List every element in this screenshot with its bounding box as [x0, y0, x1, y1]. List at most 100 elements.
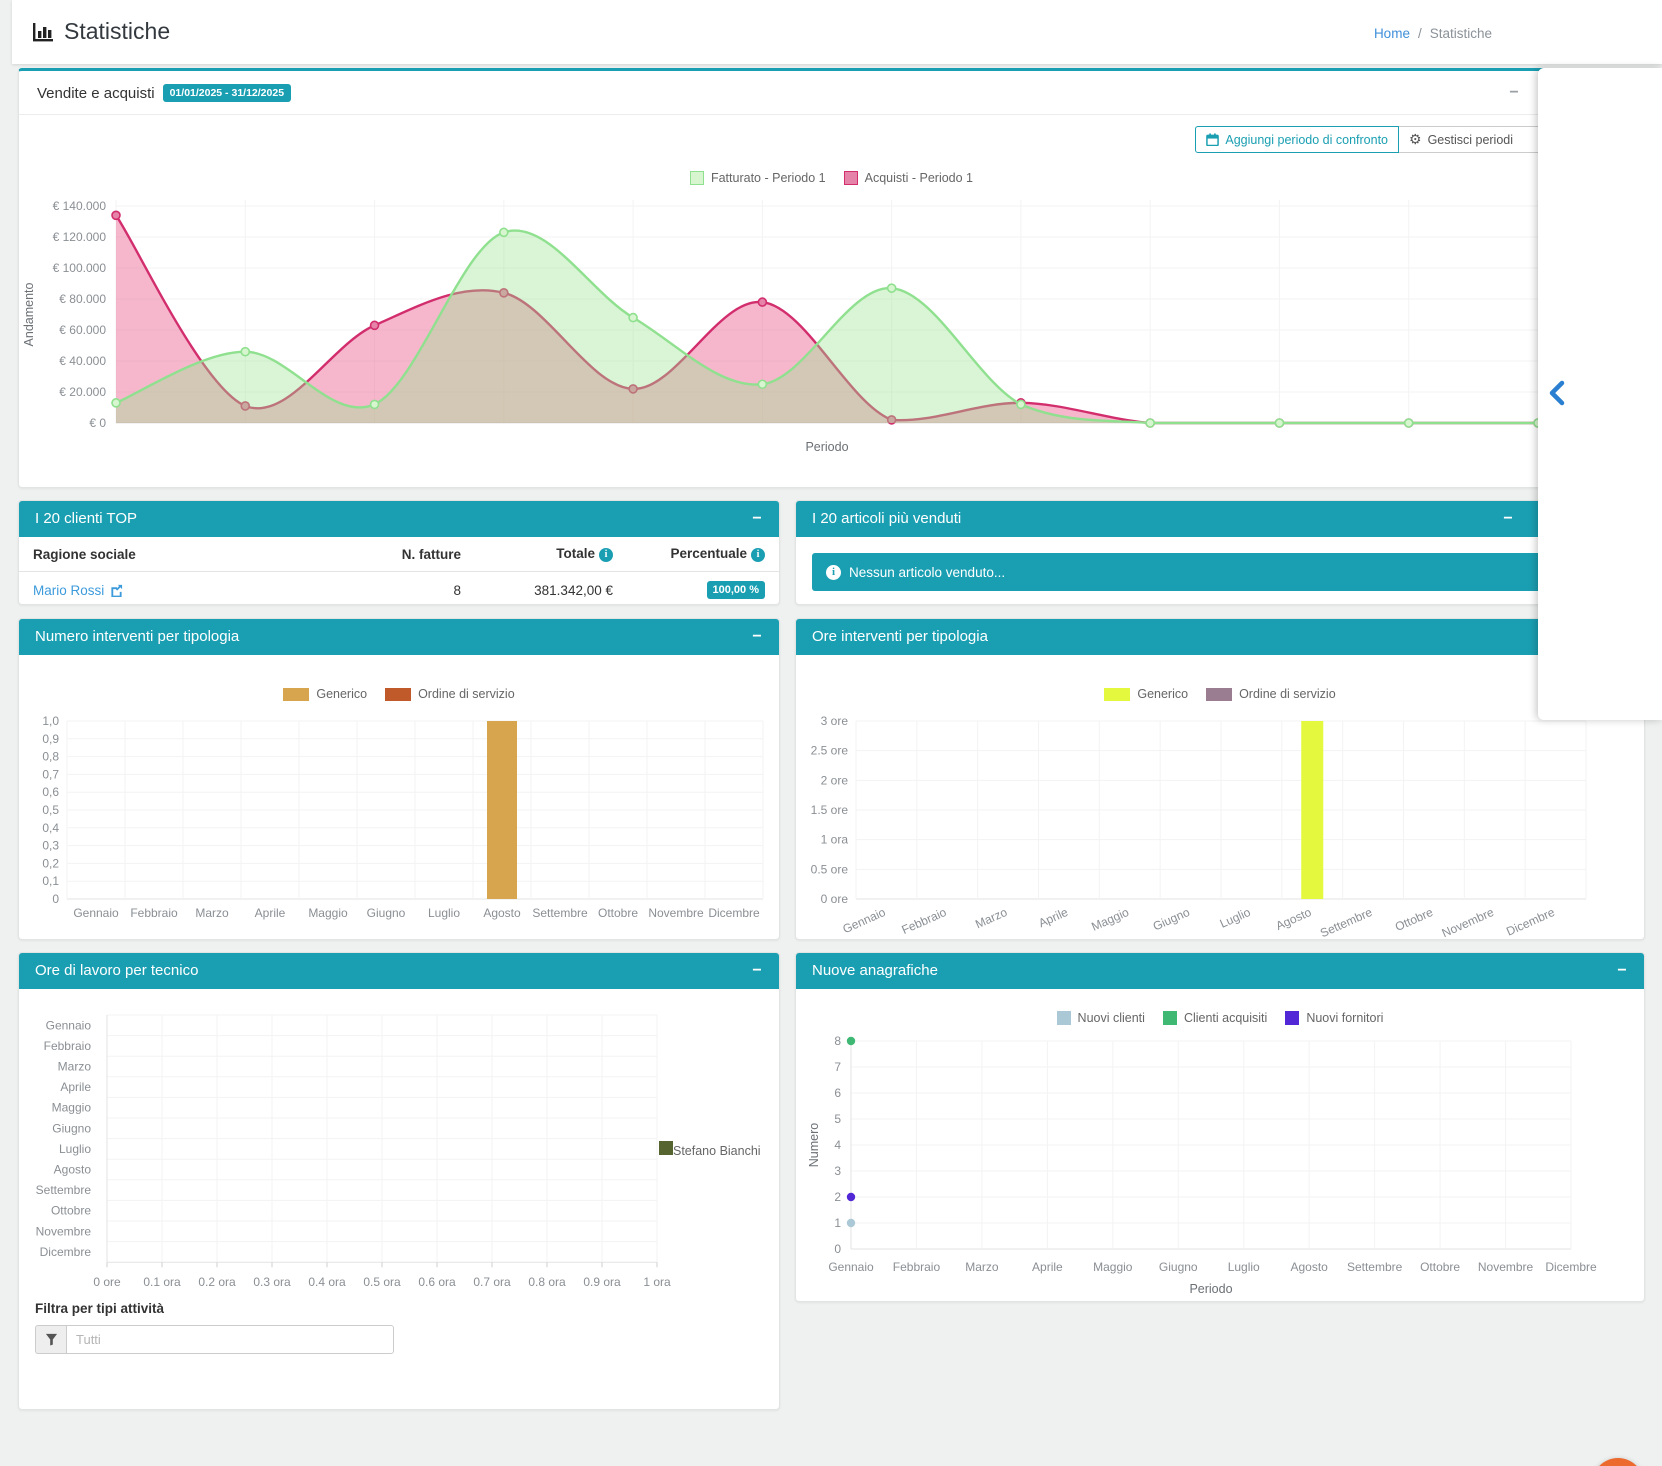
svg-text:0,7: 0,7 [42, 767, 59, 781]
collapse-lavoro-button[interactable]: − [747, 961, 767, 981]
legend-item[interactable]: Stefano Bianchi [659, 1141, 761, 1158]
legend-item[interactable]: Acquisti - Periodo 1 [844, 171, 973, 185]
svg-text:1,0: 1,0 [42, 714, 59, 728]
legend-label: Acquisti - Periodo 1 [865, 171, 973, 185]
svg-text:Settembre: Settembre [1318, 905, 1375, 939]
panel-numero-interventi: Numero interventi per tipologia − Generi… [18, 618, 780, 940]
legend-swatch [283, 688, 309, 701]
svg-text:Settembre: Settembre [36, 1183, 92, 1197]
svg-text:Marzo: Marzo [195, 906, 229, 920]
legend-item[interactable]: Generico [283, 687, 367, 701]
ore-interventi-header: Ore interventi per tipologia − [796, 619, 1644, 655]
panel-ore-interventi: Ore interventi per tipologia − Generico O… [795, 618, 1645, 940]
panel-clienti-top: I 20 clienti TOP − Ragione sociale N. fa… [18, 500, 780, 605]
legend-swatch [385, 688, 411, 701]
cell-percentuale: 100,00 % [627, 572, 779, 609]
svg-text:€ 120.000: € 120.000 [53, 230, 107, 244]
date-range-badge: 01/01/2025 - 31/12/2025 [163, 84, 291, 102]
legend-item[interactable]: Clienti acquisiti [1163, 1011, 1267, 1025]
svg-text:Maggio: Maggio [52, 1101, 92, 1115]
svg-text:7: 7 [834, 1060, 841, 1074]
svg-text:Dicembre: Dicembre [40, 1245, 92, 1259]
svg-text:€ 100.000: € 100.000 [53, 261, 107, 275]
filter-activity-group [35, 1325, 394, 1354]
svg-text:Febbraio: Febbraio [893, 1260, 941, 1274]
svg-text:3: 3 [834, 1164, 841, 1178]
svg-text:1: 1 [834, 1216, 841, 1230]
articoli-panel-title: I 20 articoli più venduti [812, 510, 961, 527]
legend-item[interactable]: Nuovi fornitori [1285, 1011, 1383, 1025]
svg-text:Ottobre: Ottobre [1393, 905, 1436, 934]
filter-addon-button[interactable] [35, 1325, 66, 1354]
legend-item[interactable]: Ordine di servizio [385, 687, 515, 701]
chevron-left-icon[interactable] [1546, 380, 1568, 406]
breadcrumb-home-link[interactable]: Home [1374, 26, 1410, 41]
floating-action-button[interactable] [1592, 1458, 1644, 1466]
info-icon: i [751, 548, 765, 562]
manage-periods-label: Gestisci periodi [1428, 133, 1513, 147]
svg-text:Periodo: Periodo [1189, 1282, 1232, 1296]
svg-text:Maggio: Maggio [308, 906, 348, 920]
vendite-panel-header: Vendite e acquisti01/01/2025 - 31/12/202… [19, 71, 1644, 115]
svg-text:0,1: 0,1 [42, 874, 59, 888]
svg-text:Gennaio: Gennaio [840, 905, 887, 936]
svg-text:0 ore: 0 ore [821, 892, 849, 906]
svg-text:2.5 ore: 2.5 ore [811, 744, 849, 758]
svg-text:Gennaio: Gennaio [828, 1260, 874, 1274]
legend-swatch [690, 171, 704, 185]
numero-chart-legend: Generico Ordine di servizio [19, 687, 779, 701]
cell-n-fatture: 8 [369, 572, 475, 609]
svg-text:Marzo: Marzo [965, 1260, 999, 1274]
svg-text:0.4 ora: 0.4 ora [308, 1275, 346, 1289]
client-link[interactable]: Mario Rossi [33, 583, 123, 598]
info-icon: i [826, 565, 841, 580]
legend-item[interactable]: Ordine di servizio [1206, 687, 1336, 701]
svg-text:0.3 ora: 0.3 ora [253, 1275, 291, 1289]
collapse-panel-button[interactable]: − [1504, 83, 1524, 103]
anagrafiche-chart-legend: Nuovi clienti Clienti acquisiti Nuovi forn… [796, 1011, 1644, 1025]
add-period-label: Aggiungi periodo di confronto [1225, 133, 1388, 147]
legend-item[interactable]: Generico [1104, 687, 1188, 701]
panel-ore-lavoro: Ore di lavoro per tecnico − GennaioFebbr… [18, 952, 780, 1410]
vendite-panel-title: Vendite e acquisti01/01/2025 - 31/12/202… [37, 84, 291, 102]
collapse-clienti-button[interactable]: − [747, 509, 767, 529]
page-title-text: Statistiche [64, 18, 170, 45]
svg-text:0.5 ora: 0.5 ora [363, 1275, 401, 1289]
table-row: Mario Rossi8381.342,00 €100,00 % [19, 572, 779, 609]
filter-activity-label: Filtra per tipi attività [35, 1301, 164, 1316]
col-ragione-sociale: Ragione sociale [19, 537, 369, 572]
bar-chart-icon [32, 21, 54, 43]
svg-text:Maggio: Maggio [1093, 1260, 1133, 1274]
vendite-area-chart: € 140.000€ 120.000€ 100.000€ 80.000€ 60.… [19, 189, 1609, 489]
gear-icon: ⚙ [1409, 131, 1422, 148]
legend-item[interactable]: Fatturato - Periodo 1 [690, 171, 826, 185]
svg-text:0,9: 0,9 [42, 732, 59, 746]
collapse-anagrafiche-button[interactable]: − [1612, 961, 1632, 981]
svg-text:3 ore: 3 ore [821, 714, 849, 728]
collapse-numero-button[interactable]: − [747, 627, 767, 647]
right-collapsed-drawer [1538, 68, 1662, 720]
svg-text:Numero: Numero [807, 1123, 821, 1168]
svg-text:Febbraio: Febbraio [130, 906, 178, 920]
svg-text:Gennaio: Gennaio [73, 906, 119, 920]
legend-swatch [1285, 1011, 1299, 1025]
legend-swatch [1104, 688, 1130, 701]
legend-label: Generico [316, 687, 367, 701]
ore-interventi-title: Ore interventi per tipologia [812, 628, 988, 645]
svg-text:0,8: 0,8 [42, 750, 59, 764]
svg-text:8: 8 [834, 1034, 841, 1048]
calendar-icon [1206, 133, 1219, 146]
svg-text:0 ore: 0 ore [93, 1275, 121, 1289]
legend-item[interactable]: Nuovi clienti [1057, 1011, 1145, 1025]
svg-text:Dicembre: Dicembre [1545, 1260, 1597, 1274]
ore-bar-chart: 3 ore2.5 ore2 ore1.5 ore1 ora0.5 ore0 or… [796, 709, 1644, 939]
legend-label: Generico [1137, 687, 1188, 701]
svg-text:0: 0 [52, 892, 59, 906]
filter-activity-input[interactable] [66, 1325, 394, 1354]
svg-text:4: 4 [834, 1138, 841, 1152]
svg-text:Agosto: Agosto [54, 1163, 92, 1177]
add-comparison-period-button[interactable]: Aggiungi periodo di confronto [1195, 126, 1399, 153]
svg-text:Agosto: Agosto [1274, 905, 1314, 933]
collapse-articoli-button[interactable]: − [1498, 509, 1518, 529]
svg-text:Marzo: Marzo [973, 905, 1009, 931]
